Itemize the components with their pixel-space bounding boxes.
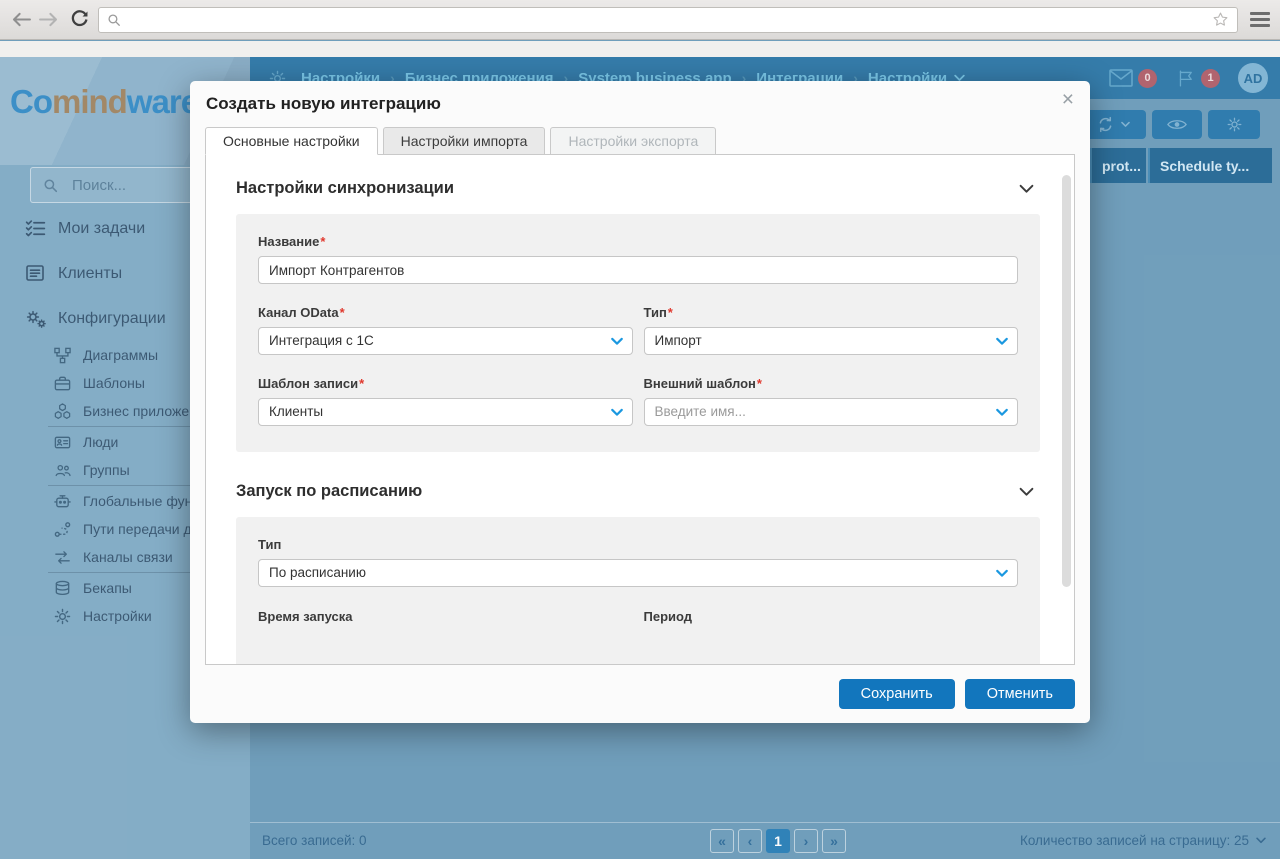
type-field-label: Тип* (644, 305, 1019, 320)
chevron-down-icon (1019, 184, 1034, 194)
external-template-label: Внешний шаблон* (644, 376, 1019, 391)
chevron-down-icon (996, 408, 1008, 417)
name-input[interactable] (258, 256, 1018, 284)
required-mark: * (757, 376, 762, 391)
chevron-down-icon (1019, 487, 1034, 497)
arrow-left-icon (14, 14, 30, 25)
dialog-title: Создать новую интеграцию (206, 94, 441, 114)
schedule-type-label: Тип (258, 537, 1018, 552)
search-icon (107, 13, 121, 27)
required-mark: * (340, 305, 345, 320)
tab-panel: Настройки синхронизации Название* Канал … (205, 154, 1075, 665)
select-value: Клиенты (269, 404, 323, 419)
create-integration-dialog: Создать новую интеграцию × Основные наст… (190, 81, 1090, 723)
section-title: Запуск по расписанию (236, 482, 422, 501)
tab-export-settings: Настройки экспорта (550, 127, 716, 155)
schedule-type-select[interactable]: По расписанию (258, 559, 1018, 587)
name-field-label: Название* (258, 234, 1018, 249)
save-button[interactable]: Сохранить (839, 679, 955, 709)
chevron-down-icon (996, 569, 1008, 578)
period-label: Период (644, 609, 1019, 624)
close-icon[interactable]: × (1062, 89, 1074, 110)
start-time-label: Время запуска (258, 609, 633, 624)
dialog-scroll-area: Настройки синхронизации Название* Канал … (206, 155, 1074, 664)
odata-channel-label: Канал OData* (258, 305, 633, 320)
select-value: Импорт (655, 333, 702, 348)
reload-icon (70, 10, 89, 29)
schedule-settings-panel: Тип По расписанию Время запуска Период (236, 517, 1040, 665)
browser-toolbar (0, 0, 1280, 40)
sync-settings-panel: Название* Канал OData* Интеграция с 1С Т… (236, 214, 1040, 452)
browser-address-bar[interactable] (98, 7, 1238, 33)
browser-forward-button[interactable] (36, 7, 62, 33)
record-template-label: Шаблон записи* (258, 376, 633, 391)
type-select[interactable]: Импорт (644, 327, 1019, 355)
dialog-tabs: Основные настройки Настройки импорта Нас… (205, 127, 716, 155)
chevron-down-icon (611, 337, 623, 346)
cancel-button[interactable]: Отменить (965, 679, 1075, 709)
external-template-select[interactable]: Введите имя... (644, 398, 1019, 426)
tab-main-settings[interactable]: Основные настройки (205, 127, 378, 155)
browser-tab-strip (0, 41, 1280, 57)
odata-channel-select[interactable]: Интеграция с 1С (258, 327, 633, 355)
required-mark: * (668, 305, 673, 320)
dialog-footer: Сохранить Отменить (190, 665, 1090, 723)
sync-section-header[interactable]: Настройки синхронизации (236, 179, 1040, 198)
select-value: По расписанию (269, 565, 366, 580)
chevron-down-icon (996, 337, 1008, 346)
select-value: Интеграция с 1С (269, 333, 374, 348)
browser-back-button[interactable] (8, 7, 34, 33)
record-template-select[interactable]: Клиенты (258, 398, 633, 426)
tab-import-settings[interactable]: Настройки импорта (383, 127, 546, 155)
url-input[interactable] (128, 12, 1212, 27)
bookmark-star-icon[interactable] (1212, 11, 1229, 28)
chevron-down-icon (611, 408, 623, 417)
browser-menu-icon[interactable] (1248, 10, 1272, 30)
required-mark: * (320, 234, 325, 249)
scrollbar-thumb[interactable] (1062, 175, 1071, 587)
arrow-right-icon (41, 14, 57, 25)
schedule-section-header[interactable]: Запуск по расписанию (236, 482, 1040, 501)
required-mark: * (359, 376, 364, 391)
browser-reload-button[interactable] (66, 7, 92, 33)
select-placeholder: Введите имя... (655, 404, 746, 419)
section-title: Настройки синхронизации (236, 179, 454, 198)
